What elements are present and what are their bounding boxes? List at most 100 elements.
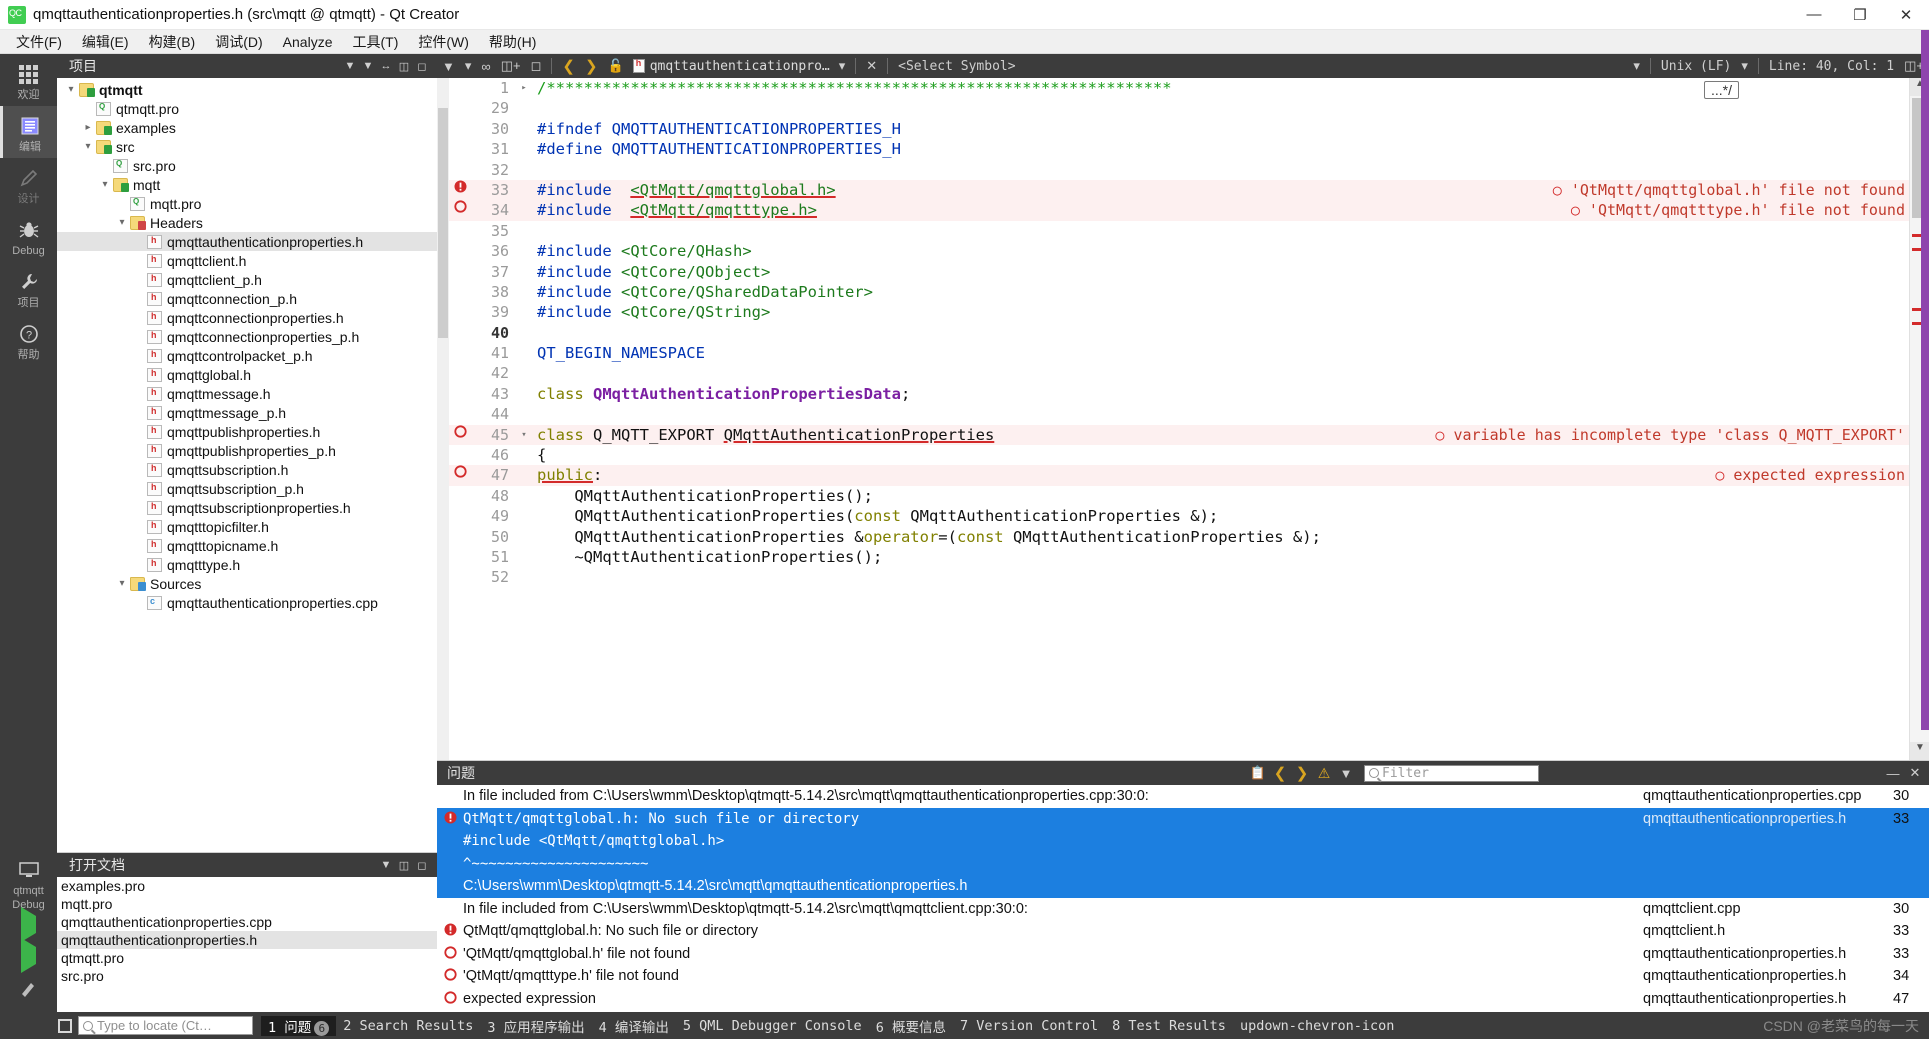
issue-row[interactable]: In file included from C:\Users\wmm\Deskt… xyxy=(437,898,1929,921)
chevron-down-icon[interactable]: ▾ xyxy=(63,84,79,95)
mode-help[interactable]: ? 帮助 xyxy=(0,314,57,366)
tree-item[interactable]: qmqttconnection_p.h xyxy=(57,289,437,308)
chevron-down-icon[interactable]: ▾ xyxy=(80,141,96,152)
tree-item[interactable]: qtmqtt.pro xyxy=(57,99,437,118)
code-text[interactable]: 1 ▸ /*************************************… xyxy=(449,78,1909,760)
output-tab[interactable]: 7 Version Control xyxy=(953,1018,1105,1034)
output-tab[interactable]: 6 概要信息 xyxy=(869,1016,953,1036)
output-tab[interactable]: 2 Search Results xyxy=(336,1018,480,1034)
code-line[interactable]: 43 class QMqttAuthenticationPropertiesDat… xyxy=(449,384,1909,404)
split-icon[interactable]: ◫ xyxy=(395,859,413,872)
issue-row[interactable]: #include <QtMqtt/qmqttglobal.h> xyxy=(437,830,1929,853)
debug-run-button[interactable] xyxy=(21,938,36,973)
navigate-forward-icon[interactable]: ❯ xyxy=(580,54,603,78)
copy-icon[interactable]: 📋 xyxy=(1248,765,1268,781)
project-tree[interactable]: ▾ qtmqtt qtmqtt.pro ▸ examples ▾ src src.pro ▾ mq… xyxy=(57,78,437,852)
open-document-item[interactable]: qtmqtt.pro xyxy=(57,949,437,967)
line-ending-dropdown-icon[interactable]: ▾ xyxy=(1736,54,1753,78)
menu-help[interactable]: 帮助(H) xyxy=(479,30,546,54)
close-pane-icon[interactable]: ✕ xyxy=(1905,765,1925,781)
maximize-button[interactable]: ❐ xyxy=(1837,0,1883,30)
tree-item[interactable]: qmqttpublishproperties_p.h xyxy=(57,441,437,460)
issue-row[interactable]: expected expression qmqttauthenticationpr… xyxy=(437,988,1929,1011)
menu-edit[interactable]: 编辑(E) xyxy=(72,30,139,54)
chevron-down-icon[interactable]: ▼ xyxy=(341,60,359,72)
scroll-down-icon[interactable]: ▼ xyxy=(1910,742,1929,760)
fold-badge[interactable]: ...*/ xyxy=(1703,81,1739,99)
menu-tools[interactable]: 工具(T) xyxy=(342,30,408,54)
fold-toggle-icon[interactable]: ▸ xyxy=(517,78,531,98)
code-line[interactable]: 41 QT_BEGIN_NAMESPACE xyxy=(449,343,1909,363)
error-marker-icon[interactable] xyxy=(449,465,471,485)
mode-design[interactable]: 设计 xyxy=(0,158,57,210)
warning-icon[interactable]: ⚠ xyxy=(1314,765,1334,782)
line-ending-selector[interactable]: Unix (LF) xyxy=(1656,54,1736,78)
menu-file[interactable]: 文件(F) xyxy=(6,30,72,54)
split-icon[interactable]: ◫ xyxy=(395,60,413,73)
error-marker-icon[interactable] xyxy=(449,200,471,220)
symbol-selector[interactable]: <Select Symbol> xyxy=(893,54,1020,78)
issues-list[interactable]: In file included from C:\Users\wmm\Deskt… xyxy=(437,785,1929,1012)
prev-issue-icon[interactable]: ❮ xyxy=(1270,764,1290,782)
navigate-back-icon[interactable]: ❮ xyxy=(557,54,580,78)
sync-icon[interactable]: ↔ xyxy=(377,60,395,72)
split-editor-icon[interactable]: ◫+ xyxy=(496,54,526,78)
tree-item[interactable]: mqtt.pro xyxy=(57,194,437,213)
close-split-icon[interactable]: ◻ xyxy=(526,54,547,78)
tree-item[interactable]: qmqttglobal.h xyxy=(57,365,437,384)
tree-item[interactable]: src.pro xyxy=(57,156,437,175)
filter-icon[interactable]: ▼ xyxy=(1336,766,1356,781)
filter-icon[interactable]: ▼ xyxy=(437,54,460,78)
next-issue-icon[interactable]: ❯ xyxy=(1292,764,1312,782)
tree-item[interactable]: qmqttauthenticationproperties.h xyxy=(57,232,437,251)
symbol-dropdown-icon[interactable]: ▾ xyxy=(1628,54,1645,78)
menu-window[interactable]: 控件(W) xyxy=(408,30,479,54)
close-button[interactable]: ✕ xyxy=(1883,0,1929,30)
code-line[interactable]: 49 QMqttAuthenticationProperties(const Q… xyxy=(449,506,1909,526)
tree-item[interactable]: qmqttsubscription_p.h xyxy=(57,479,437,498)
chevron-right-icon[interactable]: ▸ xyxy=(80,122,96,133)
tree-item[interactable]: qmqtttopicfilter.h xyxy=(57,517,437,536)
code-line[interactable]: 51 ~QMqttAuthenticationProperties(); xyxy=(449,547,1909,567)
mode-projects[interactable]: 项目 xyxy=(0,262,57,314)
tree-item[interactable]: ▾ Headers xyxy=(57,213,437,232)
code-line[interactable]: 44 xyxy=(449,404,1909,424)
code-line[interactable]: 45 ▾ class Q_MQTT_EXPORT QMqttAuthenticati… xyxy=(449,424,1909,446)
code-line[interactable]: 33 #include <QtMqtt/qmqttglobal.h> ○ 'QtMq… xyxy=(449,179,1909,201)
mode-debug[interactable]: Debug xyxy=(0,210,57,262)
issue-row[interactable]: ^~~~~~~~~~~~~~~~~~~~~~ xyxy=(437,852,1929,875)
issue-row[interactable]: QtMqtt/qmqttglobal.h: No such file or di… xyxy=(437,920,1929,943)
code-line[interactable]: 1 ▸ /*************************************… xyxy=(449,78,1909,98)
build-button[interactable] xyxy=(18,978,40,1002)
menu-build[interactable]: 构建(B) xyxy=(139,30,206,54)
open-document-item[interactable]: qmqttauthenticationproperties.cpp xyxy=(57,913,437,931)
open-document-item[interactable]: qmqttauthenticationproperties.h xyxy=(57,931,437,949)
error-marker-icon[interactable] xyxy=(449,180,471,200)
close-icon[interactable]: ✕ xyxy=(861,54,882,78)
close-icon[interactable]: ◻ xyxy=(413,60,431,73)
open-document-item[interactable]: src.pro xyxy=(57,967,437,985)
mode-welcome[interactable]: 欢迎 xyxy=(0,54,57,106)
chevron-down-icon[interactable]: ▾ xyxy=(114,578,130,589)
tree-item[interactable]: ▾ Sources xyxy=(57,574,437,593)
code-line[interactable]: 50 QMqttAuthenticationProperties &operat… xyxy=(449,527,1909,547)
code-line[interactable]: 31 #define QMQTTAUTHENTICATIONPROPERTIES_… xyxy=(449,139,1909,159)
tree-item[interactable]: qmqttauthenticationproperties.cpp xyxy=(57,593,437,612)
scrollbar-thumb[interactable] xyxy=(438,108,448,338)
code-line[interactable]: 42 xyxy=(449,363,1909,383)
output-tab[interactable]: 3 应用程序输出 xyxy=(480,1016,591,1036)
code-line[interactable]: 38 #include <QtCore/QSharedDataPointer> xyxy=(449,282,1909,302)
error-marker-icon[interactable] xyxy=(449,425,471,445)
chevron-down-icon[interactable]: ▼ xyxy=(377,859,395,871)
open-documents-list[interactable]: examples.pro mqtt.pro qmqttauthenticationp… xyxy=(57,877,437,1012)
run-button[interactable] xyxy=(21,907,36,942)
mode-edit[interactable]: 编辑 xyxy=(0,106,57,158)
sidebar-toggle-icon[interactable] xyxy=(58,1018,72,1033)
open-document-item[interactable]: examples.pro xyxy=(57,877,437,895)
tree-item[interactable]: qmqtttype.h xyxy=(57,555,437,574)
code-line[interactable]: 36 #include <QtCore/QHash> xyxy=(449,241,1909,261)
issue-row[interactable]: C:\Users\wmm\Desktop\qtmqtt-5.14.2\src\m… xyxy=(437,875,1929,898)
code-line[interactable]: 39 #include <QtCore/QString> xyxy=(449,302,1909,322)
tree-item[interactable]: qmqttmessage.h xyxy=(57,384,437,403)
issues-filter-input[interactable]: Filter xyxy=(1364,764,1539,782)
